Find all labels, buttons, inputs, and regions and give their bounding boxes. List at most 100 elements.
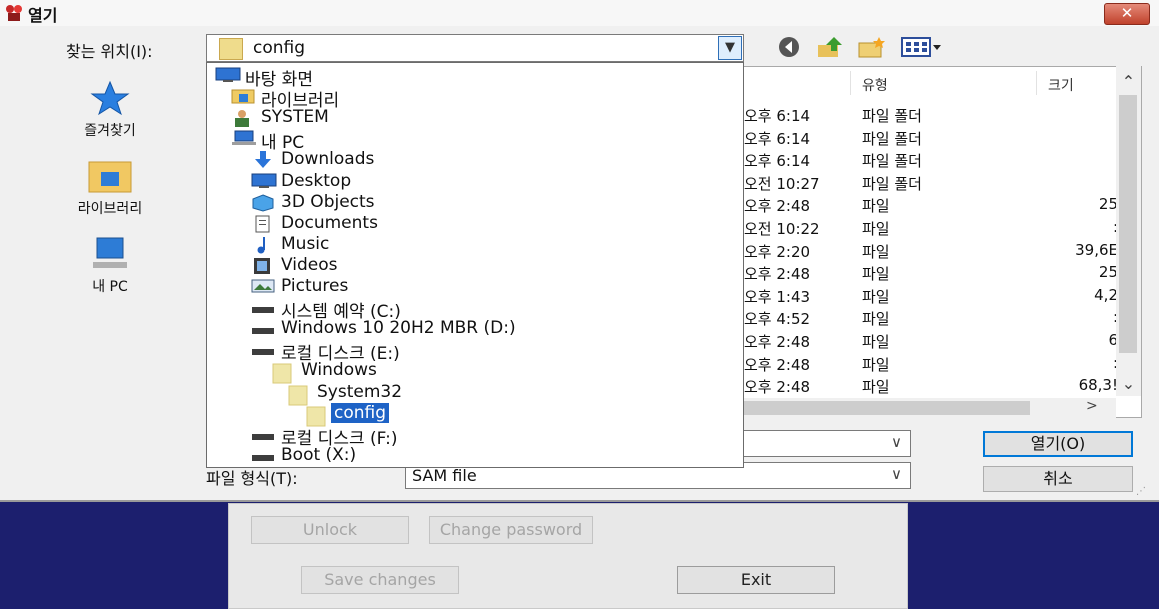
dropdown-item[interactable]: 라이브러리 [231, 86, 727, 111]
star-icon [90, 80, 130, 116]
picture-icon [251, 278, 277, 299]
up-folder-icon[interactable] [816, 35, 844, 59]
library-icon [88, 161, 132, 193]
cancel-button[interactable]: 취소 [983, 466, 1133, 492]
save-changes-button[interactable]: Save changes [301, 566, 459, 594]
file-size: 68,3! [1078, 376, 1118, 395]
modified-date: 오후 6:14 [744, 129, 811, 148]
table-row[interactable]: 오후 6:14 파일 폴더 [744, 103, 1124, 125]
table-row[interactable]: 오전 10:22파일: [744, 216, 1124, 238]
column-header-type[interactable]: 유형 [862, 75, 888, 95]
chevron-down-icon[interactable]: ∨ [891, 465, 902, 483]
dropdown-item[interactable]: Pictures [251, 276, 727, 297]
dropdown-item[interactable]: SYSTEM [231, 107, 727, 128]
table-row[interactable]: 오후 2:48 파일 6 [744, 329, 1124, 351]
file-size: 39,6E [1075, 240, 1118, 259]
look-in-value: config [253, 38, 306, 58]
dropdown-item-label: Boot (X:) [281, 444, 357, 465]
look-in-dropdown-list[interactable]: 바탕 화면 라이브러리 SYSTEM 내 PC Downloads Desktop 3D O… [206, 62, 744, 468]
dropdown-item[interactable]: Desktop [251, 171, 727, 192]
modified-date: 오후 6:14 [744, 152, 811, 171]
table-row[interactable]: 오후 6:14 파일 폴더 [744, 126, 1124, 148]
file-type: 파일 [862, 197, 890, 216]
table-row[interactable]: 오후 2:48 파일 68,3! [744, 374, 1124, 396]
folder-icon [219, 38, 243, 60]
dropdown-item[interactable]: config [305, 402, 727, 427]
file-type: 파일 [862, 265, 890, 284]
change-password-button[interactable]: Change password [429, 516, 593, 544]
file-type: 파일 [862, 355, 890, 374]
file-type: 파일 [862, 333, 890, 351]
app-icon [6, 5, 22, 21]
modified-date: 오후 2:48 [744, 265, 811, 284]
view-menu-icon[interactable] [900, 35, 944, 59]
dropdown-item[interactable]: Windows [271, 360, 727, 384]
dropdown-item-label: Windows [301, 360, 377, 381]
list-header: 유형 크기 [744, 67, 1124, 99]
file-type: 파일 폴더 [862, 129, 922, 148]
table-row[interactable]: 오후 2:48파일: [744, 352, 1124, 374]
close-button[interactable]: ✕ [1104, 3, 1150, 25]
scroll-right-icon[interactable]: > [1086, 398, 1098, 414]
dropdown-item-label: Desktop [281, 170, 352, 191]
place-favorites[interactable]: 즐겨찾기 [45, 80, 175, 140]
back-icon[interactable] [776, 35, 802, 59]
look-in-combo[interactable]: config ▼ [206, 34, 744, 62]
modified-date: 오후 2:48 [744, 333, 811, 351]
dropdown-item[interactable]: Music [251, 234, 727, 255]
column-separator [850, 71, 851, 95]
table-row[interactable]: 오후 6:14 파일 폴더 [744, 148, 1124, 170]
pc-icon [93, 237, 127, 268]
table-row[interactable]: 오후 4:52파일: [744, 306, 1124, 328]
scroll-thumb[interactable] [1119, 95, 1137, 353]
look-in-dropdown-button[interactable]: ▼ [718, 36, 742, 60]
scroll-down-icon[interactable]: ⌄ [1116, 374, 1141, 393]
dropdown-item-label: 3D Objects [281, 191, 375, 212]
dropdown-item[interactable]: Downloads [251, 149, 727, 170]
dropdown-item[interactable]: Videos [251, 255, 727, 276]
file-type: 파일 폴더 [862, 152, 922, 171]
place-this-pc[interactable]: 내 PC [45, 236, 175, 296]
dropdown-item[interactable]: Documents [251, 213, 727, 234]
dropdown-item[interactable]: Boot (X:) [251, 445, 727, 466]
modified-date: 오후 2:48 [744, 197, 811, 216]
file-type: 파일 폴더 [862, 174, 922, 193]
file-type: 파일 [862, 220, 890, 238]
table-row[interactable]: 오후 1:43 파일 4,2 [744, 284, 1124, 306]
drive-icon [251, 341, 277, 362]
scroll-thumb[interactable] [744, 401, 1030, 415]
drive-icon [251, 426, 277, 447]
place-libraries[interactable]: 라이브러리 [45, 158, 175, 218]
file-type-value: SAM file [412, 466, 477, 485]
file-type: 파일 [862, 287, 890, 306]
table-row[interactable]: 오후 2:20 파일 39,6E [744, 239, 1124, 261]
column-header-size[interactable]: 크기 [1048, 75, 1074, 95]
dropdown-item[interactable]: Windows 10 20H2 MBR (D:) [251, 318, 727, 339]
scroll-up-icon[interactable]: ⌃ [1116, 72, 1141, 91]
table-row[interactable]: 오전 10:27 파일 폴더 [744, 171, 1124, 193]
file-list[interactable]: 유형 크기 오후 6:14 파일 폴더 오후 6:14 파일 폴더 오후 6:14 파일 … [744, 66, 1142, 418]
open-button[interactable]: 열기(O) [983, 431, 1133, 457]
resize-grip-icon[interactable]: ⋰ [1136, 486, 1146, 497]
drive-icon [251, 320, 277, 341]
dropdown-item[interactable]: System32 [287, 382, 727, 405]
dropdown-item[interactable]: 3D Objects [251, 192, 727, 213]
unlock-button[interactable]: Unlock [251, 516, 409, 544]
dropdown-item[interactable]: 로컬 디스크 (E:) [251, 339, 727, 364]
dropdown-item-label: config [331, 402, 390, 423]
new-folder-icon[interactable] [857, 35, 887, 59]
chevron-down-icon[interactable]: ∨ [891, 433, 902, 451]
table-row[interactable]: 오후 2:48 파일 25 [744, 193, 1124, 215]
dropdown-item[interactable]: 로컬 디스크 (F:) [251, 424, 727, 449]
place-label: 즐겨찾기 [84, 123, 136, 139]
exit-button[interactable]: Exit [677, 566, 835, 594]
dropdown-item[interactable]: 내 PC [231, 128, 727, 153]
dropdown-item-label: Downloads [281, 149, 375, 170]
table-row[interactable]: 오후 2:48 파일 25 [744, 261, 1124, 283]
dropdown-item[interactable]: 바탕 화면 [215, 65, 727, 90]
library-icon [231, 88, 257, 109]
file-size: 4,2 [1094, 285, 1118, 304]
dropdown-item[interactable]: 시스템 예약 (C:) [251, 297, 727, 322]
dropdown-item-label: SYSTEM [261, 107, 329, 128]
title-bar: 열기 ✕ [0, 0, 1159, 26]
